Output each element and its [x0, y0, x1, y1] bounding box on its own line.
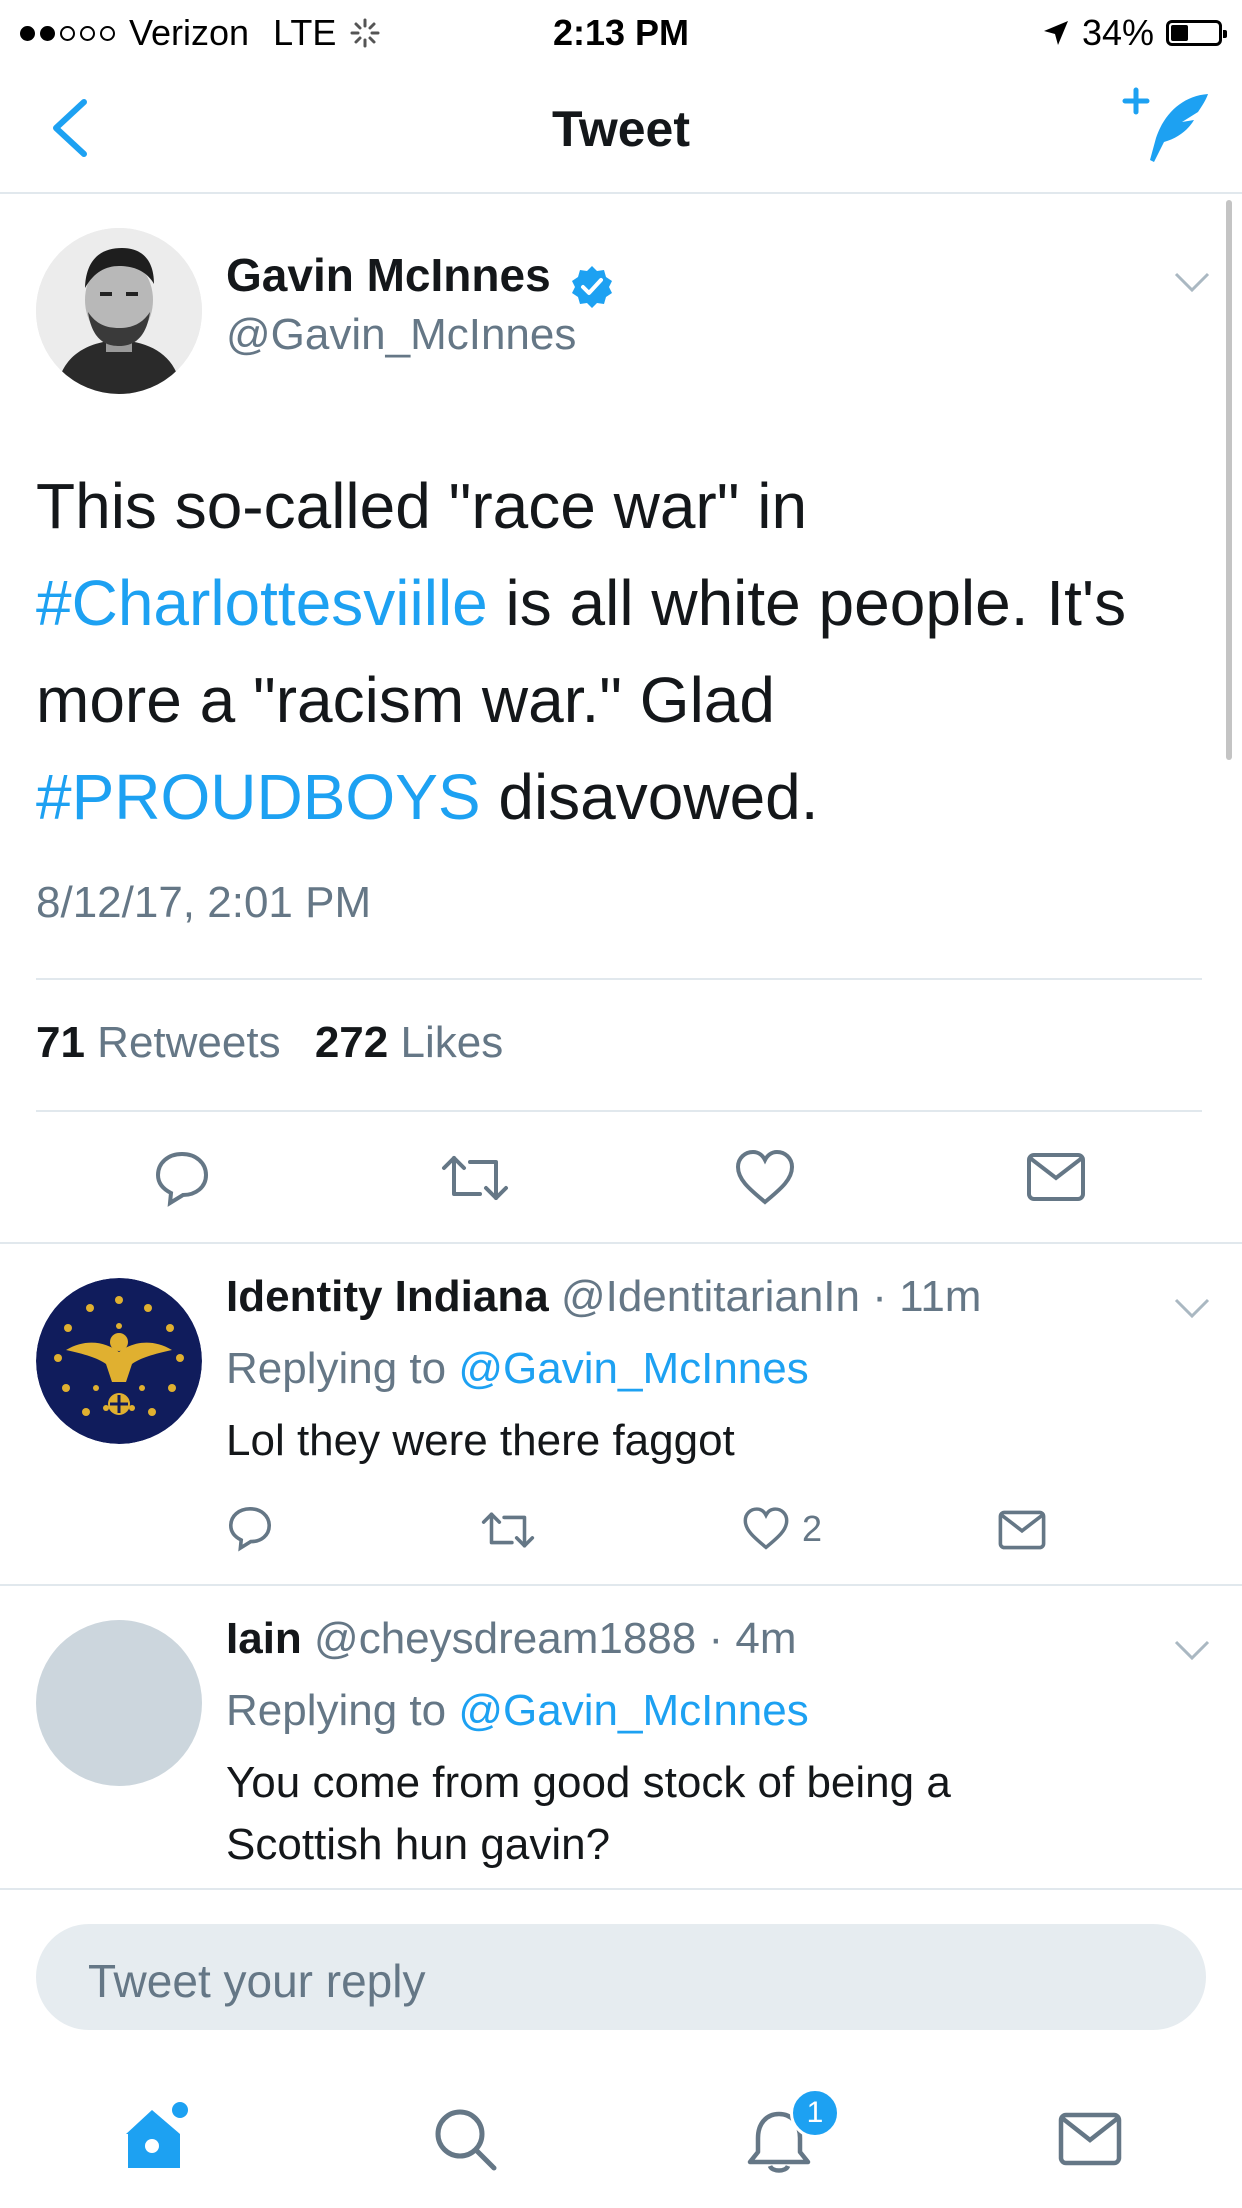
reply-avatar[interactable]	[36, 1278, 202, 1444]
reply-text-line-1: You come from good stock of being a	[226, 1758, 951, 1807]
reply-text-line-2: Scottish hun gavin?	[226, 1820, 611, 1869]
reply-time: 11m	[899, 1272, 982, 1321]
reply-avatar[interactable]	[36, 1620, 202, 1786]
divider	[0, 1584, 1242, 1586]
direct-message-icon[interactable]	[1026, 1152, 1086, 1202]
tweet-timestamp: 8/12/17, 2:01 PM	[36, 878, 372, 927]
messages-icon[interactable]	[1058, 2112, 1122, 2166]
reply-icon[interactable]	[152, 1148, 212, 1208]
retweets-count: 71	[36, 1018, 85, 1067]
replying-to-handle[interactable]: @Gavin_McInnes	[458, 1686, 808, 1735]
navigation-bar: Tweet	[0, 64, 1242, 194]
reply-text: You come from good stock of being a Scot…	[226, 1752, 951, 1876]
battery-percent: 34%	[1081, 12, 1154, 53]
chevron-down-icon[interactable]	[1172, 270, 1212, 294]
reply-author-name[interactable]: Identity Indiana	[226, 1272, 549, 1321]
engagement-counts: 71 Retweets 272 Likes	[36, 1018, 503, 1068]
author-avatar[interactable]	[36, 228, 202, 394]
hashtag-charlottesville[interactable]: #Charlottesviille	[36, 567, 488, 639]
verified-badge-icon	[572, 265, 613, 308]
reply-author-handle[interactable]: @IdentitarianIn	[561, 1272, 860, 1321]
status-right: 34%	[1042, 12, 1227, 54]
meta-separator: ·	[860, 1272, 900, 1321]
author-name-row[interactable]: Gavin McInnes	[226, 248, 615, 310]
hashtag-proudboys[interactable]: #PROUDBOYS	[36, 761, 481, 833]
notification-badge: 1	[790, 2088, 840, 2138]
reply-1-header: Identity Indiana @IdentitarianIn · 11m	[226, 1272, 981, 1322]
reply-input-placeholder: Tweet your reply	[88, 1955, 426, 2007]
like-heart-icon[interactable]	[734, 1148, 796, 1208]
likes-label: Likes	[388, 1018, 504, 1067]
divider	[0, 1888, 1242, 1890]
location-arrow-icon	[1043, 21, 1068, 45]
replying-to-label: Replying to	[226, 1344, 459, 1393]
tweet-text-segment: is all white people. It's	[487, 567, 1127, 639]
divider	[36, 1110, 1202, 1112]
search-icon[interactable]	[432, 2106, 498, 2172]
reply-time: 4m	[735, 1614, 797, 1663]
tab-bar: 1	[0, 2060, 1242, 2208]
tweet-text: This so-called "race war" in #Charlottes…	[36, 458, 1206, 846]
retweets-stat[interactable]: 71 Retweets	[36, 1018, 281, 1067]
replying-to-handle[interactable]: @Gavin_McInnes	[458, 1344, 808, 1393]
scrollbar[interactable]	[1226, 200, 1232, 760]
chevron-down-icon[interactable]	[1172, 1296, 1212, 1320]
author-name[interactable]: Gavin McInnes	[226, 249, 551, 301]
page-title: Tweet	[552, 101, 690, 157]
tweet-text-line-3: more a "racism war." Glad	[36, 664, 775, 736]
like-heart-icon[interactable]	[742, 1506, 790, 1552]
reply-author-handle[interactable]: @cheysdream1888	[314, 1614, 696, 1663]
reply-icon[interactable]	[226, 1504, 274, 1552]
like-count: 2	[802, 1508, 823, 1549]
battery-icon	[1166, 20, 1227, 46]
likes-stat[interactable]: 272 Likes	[315, 1018, 503, 1067]
retweet-icon[interactable]	[440, 1150, 510, 1206]
tweet-text-line-2: #Charlottesviille is all white people. I…	[36, 555, 1206, 652]
reply-text: Lol they were there faggot	[226, 1416, 735, 1465]
status-bar: Verizon LTE 2:13 PM 34%	[0, 0, 1242, 64]
compose-tweet-icon[interactable]	[1122, 86, 1212, 166]
replying-to-line: Replying to @Gavin_McInnes	[226, 1686, 809, 1736]
tweet-text-line-1: This so-called "race war" in	[36, 470, 808, 542]
reply-2-header: Iain @cheysdream1888 · 4m	[226, 1614, 796, 1664]
meta-separator: ·	[696, 1614, 736, 1663]
tweet-text-segment: disavowed.	[480, 761, 819, 833]
chevron-down-icon[interactable]	[1172, 1638, 1212, 1662]
reply-author-name[interactable]: Iain	[226, 1614, 302, 1663]
replying-to-line: Replying to @Gavin_McInnes	[226, 1344, 809, 1394]
author-handle[interactable]: @Gavin_McInnes	[226, 310, 576, 360]
divider	[36, 978, 1202, 980]
home-icon[interactable]	[122, 2100, 194, 2172]
retweets-label: Retweets	[84, 1018, 281, 1067]
likes-count: 272	[314, 1018, 389, 1067]
retweet-icon[interactable]	[480, 1508, 536, 1552]
tweet-reply-input[interactable]: Tweet your reply	[36, 1924, 1206, 2030]
replying-to-label: Replying to	[226, 1686, 459, 1735]
divider	[0, 1242, 1242, 1244]
tweet-text-line-4: #PROUDBOYS disavowed.	[36, 749, 1206, 846]
direct-message-icon[interactable]	[998, 1510, 1046, 1550]
